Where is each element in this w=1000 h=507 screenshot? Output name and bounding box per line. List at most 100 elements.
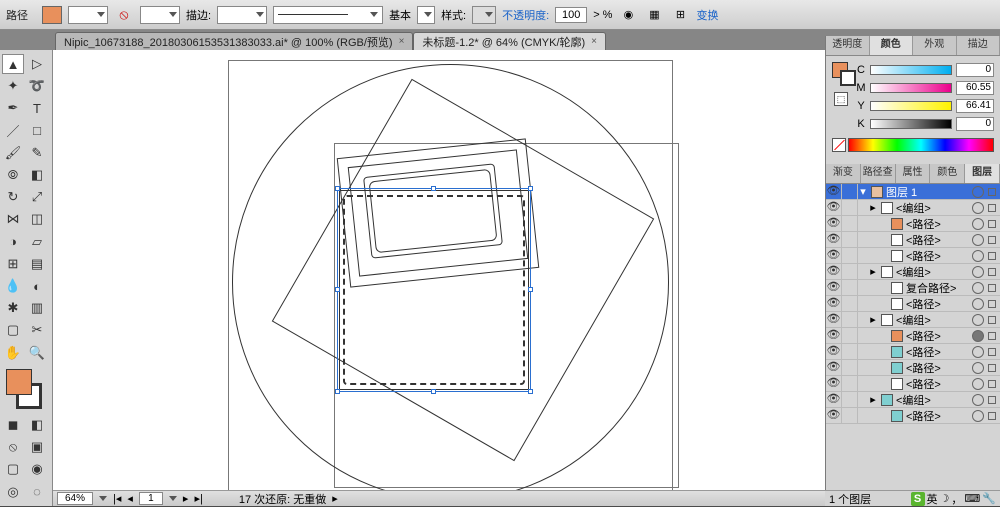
scale-tool[interactable]: ⤢: [26, 187, 48, 207]
selection-tool[interactable]: ▲: [2, 54, 24, 74]
graph-tool[interactable]: ▥: [26, 298, 48, 318]
layer-row[interactable]: 👁<路径>: [826, 248, 1000, 264]
layer-name[interactable]: <路径>: [906, 328, 968, 344]
blend-tool[interactable]: ◐: [26, 276, 48, 296]
layer-row[interactable]: 👁<路径>: [826, 360, 1000, 376]
tab-appearance[interactable]: 外观: [913, 36, 957, 55]
visibility-toggle[interactable]: 👁: [826, 280, 842, 295]
target-icon[interactable]: [972, 330, 984, 342]
color-mode-btn[interactable]: ◼: [2, 415, 24, 435]
canvas[interactable]: [53, 50, 825, 490]
zoom-tool[interactable]: 🔍: [26, 343, 48, 363]
status-menu-arrow[interactable]: ▸: [332, 492, 338, 505]
layer-name[interactable]: <路径>: [906, 296, 968, 312]
disclosure-triangle[interactable]: ▸: [868, 265, 878, 278]
tab-attributes[interactable]: 属性: [896, 164, 931, 183]
lock-toggle[interactable]: [842, 376, 858, 391]
layer-name[interactable]: <路径>: [906, 216, 968, 232]
target-icon[interactable]: [972, 250, 984, 262]
isolate-icon[interactable]: ⊞: [670, 5, 690, 25]
draw-normal[interactable]: ◉: [26, 459, 48, 479]
perspective-tool[interactable]: ▱: [26, 232, 48, 252]
visibility-toggle[interactable]: 👁: [826, 296, 842, 311]
layer-row[interactable]: 👁<路径>: [826, 376, 1000, 392]
lock-toggle[interactable]: [842, 328, 858, 343]
layer-row[interactable]: 👁▸<编组>: [826, 392, 1000, 408]
magic-wand-tool[interactable]: ✦: [2, 76, 24, 96]
gradient-mode-btn[interactable]: ◧: [26, 415, 48, 435]
blob-brush-tool[interactable]: ⦾: [2, 165, 24, 185]
opacity-link[interactable]: 不透明度:: [502, 7, 549, 23]
direct-select-tool[interactable]: ▷: [26, 54, 48, 74]
shape-builder-tool[interactable]: ◑: [2, 232, 24, 252]
layer-row[interactable]: 👁<路径>: [826, 232, 1000, 248]
color-spectrum[interactable]: [848, 138, 994, 152]
disclosure-triangle[interactable]: ▸: [868, 313, 878, 326]
visibility-toggle[interactable]: 👁: [826, 392, 842, 407]
visibility-toggle[interactable]: 👁: [826, 248, 842, 263]
lock-toggle[interactable]: [842, 232, 858, 247]
ime-badge[interactable]: S: [911, 492, 925, 506]
target-icon[interactable]: [972, 202, 984, 214]
target-icon[interactable]: [972, 362, 984, 374]
symbol-sprayer-tool[interactable]: ✱: [2, 298, 24, 318]
layer-row[interactable]: 👁 ▸ <编组>: [826, 312, 1000, 328]
graphic-style-dropdown[interactable]: [472, 6, 496, 24]
lock-toggle[interactable]: [842, 280, 858, 295]
hand-tool[interactable]: ✋: [2, 343, 24, 363]
target-icon[interactable]: [972, 266, 984, 278]
ime-moon-icon[interactable]: ☽: [940, 492, 950, 505]
paintbrush-tool[interactable]: 🖌: [2, 143, 24, 163]
fill-dropdown[interactable]: [68, 6, 108, 24]
stroke-swatch-panel[interactable]: [840, 70, 856, 86]
doc-tab-1[interactable]: Nipic_10673188_20180306153531383033.ai* …: [55, 32, 413, 50]
layer-name[interactable]: <编组>: [896, 312, 968, 328]
screen-mode-full[interactable]: ▢: [2, 459, 24, 479]
lock-toggle[interactable]: [842, 312, 858, 327]
draw-inside[interactable]: ◌: [26, 482, 48, 502]
ime-comma-icon[interactable]: ，: [951, 491, 962, 507]
ime-lang[interactable]: 英: [927, 491, 938, 507]
visibility-toggle[interactable]: 👁: [826, 376, 842, 391]
fill-stroke-control[interactable]: [6, 369, 46, 409]
artboard-nav-next2[interactable]: ▸|: [194, 492, 202, 505]
layer-name[interactable]: <编组>: [896, 200, 968, 216]
visibility-toggle[interactable]: 👁: [826, 264, 842, 279]
layer-row[interactable]: 👁<路径>: [826, 408, 1000, 424]
layer-row[interactable]: 👁▾图层 1: [826, 184, 1000, 200]
visibility-toggle[interactable]: 👁: [826, 312, 842, 327]
layer-row[interactable]: 👁<路径>: [826, 328, 1000, 344]
pencil-tool[interactable]: ✎: [26, 143, 48, 163]
layer-row[interactable]: 👁 复合路径>: [826, 280, 1000, 296]
slice-tool[interactable]: ✂: [26, 320, 48, 340]
target-icon[interactable]: [972, 218, 984, 230]
lasso-tool[interactable]: ➰: [26, 76, 48, 96]
out-of-gamut-icon[interactable]: ⬚: [834, 92, 848, 106]
lock-toggle[interactable]: [842, 344, 858, 359]
opacity-input[interactable]: 100: [555, 7, 587, 23]
visibility-toggle[interactable]: 👁: [826, 344, 842, 359]
lock-toggle[interactable]: [842, 200, 858, 215]
layer-name[interactable]: <路径>: [906, 408, 968, 424]
chevron-down-icon[interactable]: [169, 496, 177, 501]
tab-color[interactable]: 颜色: [870, 36, 914, 55]
target-icon[interactable]: [972, 298, 984, 310]
eyedropper-tool[interactable]: 💧: [2, 276, 24, 296]
doc-tab-2[interactable]: 未标题-1.2* @ 64% (CMYK/轮廓) ×: [413, 32, 606, 50]
layer-name[interactable]: <编组>: [896, 264, 968, 280]
stroke-weight-dropdown[interactable]: [217, 6, 267, 24]
layer-list[interactable]: 👁▾图层 1👁▸<编组>👁<路径>👁<路径>👁<路径>👁▸<编组>👁复合路径>👁…: [826, 184, 1000, 490]
chevron-down-icon[interactable]: [99, 496, 107, 501]
gradient-tool[interactable]: ▤: [26, 254, 48, 274]
disclosure-triangle[interactable]: ▸: [868, 393, 878, 406]
layer-name[interactable]: 复合路径>: [906, 280, 968, 296]
visibility-toggle[interactable]: 👁: [826, 360, 842, 375]
target-icon[interactable]: [972, 314, 984, 326]
rotate-tool[interactable]: ↻: [2, 187, 24, 207]
layer-row[interactable]: 👁<路径>: [826, 216, 1000, 232]
close-icon[interactable]: ×: [399, 36, 405, 47]
lock-toggle[interactable]: [842, 408, 858, 423]
target-icon[interactable]: [972, 186, 984, 198]
handle-se[interactable]: [528, 389, 533, 394]
ime-keyboard-icon[interactable]: ⌨: [964, 492, 980, 505]
